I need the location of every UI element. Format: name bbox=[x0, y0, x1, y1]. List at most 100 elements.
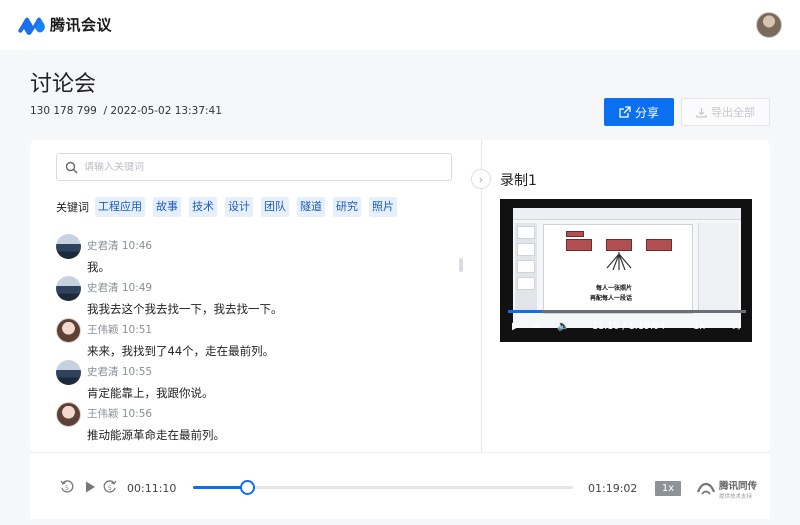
video-slide: 每人一张照片 再配每人一段话 bbox=[543, 224, 693, 314]
speaker-name: 史君清 bbox=[87, 366, 119, 378]
audio-player: 5 5 00:11:10 01:19:02 1x 腾讯同传 提供技术支持 bbox=[30, 452, 770, 519]
share-label: 分享 bbox=[634, 105, 659, 120]
slide-text-line1: 每人一张照片 bbox=[596, 285, 633, 292]
transcript-text: 我。 bbox=[87, 260, 110, 274]
speaker-line: 史君清 10:49 bbox=[87, 280, 152, 295]
svg-text:5: 5 bbox=[65, 485, 69, 492]
meeting-id: 130 178 799 bbox=[30, 105, 97, 117]
page-title: 讨论会 bbox=[30, 72, 97, 97]
audio-progress-slider[interactable] bbox=[193, 480, 573, 495]
transcript-text: 肯定能靠上，我跟你说。 bbox=[87, 386, 214, 400]
transcript-text: 推动能源革命走在最前列。 bbox=[87, 428, 225, 442]
speaker-time: 10:55 bbox=[121, 366, 153, 378]
content-card: 关键词 工程应用 故事 技术 设计 团队 隧道 研究 照片 史君清 10:46 … bbox=[30, 140, 770, 452]
speaker-line: 王伟颖 10:56 bbox=[87, 406, 152, 421]
speaker-name: 史君清 bbox=[87, 282, 119, 294]
slide-box bbox=[646, 239, 672, 251]
speaker-time: 10:56 bbox=[121, 408, 153, 420]
transcript-text: 我我去这个我去找一下，我去找一下。 bbox=[87, 302, 283, 316]
recording-title: 录制1 bbox=[500, 173, 537, 189]
video-slide-thumbnail bbox=[517, 226, 535, 239]
video-play-icon[interactable]: ▶ bbox=[512, 321, 520, 332]
speaker-avatar bbox=[56, 276, 81, 301]
speaker-name: 王伟颖 bbox=[87, 408, 119, 420]
slide-box bbox=[606, 239, 632, 251]
search-input[interactable] bbox=[84, 161, 434, 173]
keyword-tag[interactable]: 技术 bbox=[189, 197, 217, 217]
video-slide-thumbnail bbox=[517, 243, 535, 256]
video-slide-thumbnail bbox=[517, 260, 535, 273]
forward-5-icon[interactable]: 5 bbox=[103, 480, 117, 494]
keyword-label: 关键词 bbox=[56, 201, 89, 214]
speaker-time: 10:46 bbox=[121, 240, 153, 252]
video-side-panel bbox=[698, 223, 738, 313]
transcript-list[interactable]: 史君清 10:46 我。 史君清 10:49 我我去这个我去找一下，我去找一下。… bbox=[56, 232, 466, 442]
speaker-avatar bbox=[56, 318, 81, 343]
transcript-item[interactable]: 史君清 10:49 我我去这个我去找一下，我去找一下。 bbox=[56, 274, 466, 316]
video-speed[interactable]: 1x bbox=[693, 321, 705, 332]
speaker-name: 王伟颖 bbox=[87, 324, 119, 336]
brand-text: 腾讯同传 提供技术支持 bbox=[719, 478, 757, 500]
transcript-item[interactable]: 史君清 10:55 肯定能靠上，我跟你说。 bbox=[56, 358, 466, 400]
video-slide-thumbnail bbox=[517, 277, 535, 290]
fullscreen-icon[interactable]: ⛶ bbox=[733, 321, 740, 332]
speaker-time: 10:49 bbox=[121, 282, 153, 294]
user-avatar[interactable] bbox=[756, 12, 782, 38]
transcript-item[interactable]: 王伟颖 10:56 推动能源革命走在最前列。 bbox=[56, 400, 466, 442]
tencent-interpret-logo-icon bbox=[697, 482, 715, 495]
keyword-tag[interactable]: 隧道 bbox=[297, 197, 325, 217]
top-bar: 腾讯会议 bbox=[0, 0, 800, 50]
video-progress-fill bbox=[508, 310, 542, 313]
current-time: 00:11:10 bbox=[127, 482, 177, 495]
slide-text-line2: 再配每人一段话 bbox=[590, 295, 633, 302]
tencent-meeting-logo-icon bbox=[18, 17, 45, 35]
search-box[interactable] bbox=[56, 153, 452, 181]
export-all-button[interactable]: 导出全部 bbox=[681, 98, 770, 126]
speaker-line: 史君清 10:46 bbox=[87, 238, 152, 253]
keyword-tag[interactable]: 设计 bbox=[225, 197, 253, 217]
total-time: 01:19:02 bbox=[588, 482, 638, 495]
speaker-line: 史君清 10:55 bbox=[87, 364, 152, 379]
slide-tag-box bbox=[566, 231, 584, 237]
speaker-avatar bbox=[56, 234, 81, 259]
keyword-tag[interactable]: 工程应用 bbox=[95, 197, 145, 217]
video-app-ribbon bbox=[513, 208, 741, 220]
share-icon bbox=[619, 106, 631, 118]
brand-name: 腾讯同传 bbox=[719, 481, 758, 492]
transcript-text: 来来，我找到了44个，走在最前列。 bbox=[87, 344, 275, 358]
collapse-panel-button[interactable]: › bbox=[471, 169, 491, 189]
share-button[interactable]: 分享 bbox=[604, 98, 674, 126]
speaker-avatar bbox=[56, 360, 81, 385]
video-progress-bar[interactable] bbox=[508, 310, 746, 313]
transcript-item[interactable]: 王伟颖 10:51 来来，我找到了44个，走在最前列。 bbox=[56, 316, 466, 358]
rewind-5-icon[interactable]: 5 bbox=[60, 480, 74, 494]
keyword-tag[interactable]: 团队 bbox=[261, 197, 289, 217]
brand-subtitle: 提供技术支持 bbox=[719, 494, 753, 500]
video-controls: ▶ ⏭ 🔈 11:10 / 1:19:04 1x ⛶ bbox=[500, 317, 752, 339]
audio-progress-handle[interactable] bbox=[239, 480, 255, 495]
keyword-row: 关键词 工程应用 故事 技术 设计 团队 隧道 研究 照片 bbox=[56, 197, 405, 217]
play-icon[interactable] bbox=[83, 480, 97, 494]
slide-box bbox=[566, 239, 592, 251]
speaker-time: 10:51 bbox=[121, 324, 153, 336]
keyword-tag[interactable]: 故事 bbox=[153, 197, 181, 217]
transcript-scrollbar[interactable] bbox=[459, 258, 463, 272]
video-next-icon[interactable]: ⏭ bbox=[532, 321, 541, 332]
chevron-right-icon: › bbox=[478, 172, 484, 186]
video-volume-icon[interactable]: 🔈 bbox=[557, 321, 569, 332]
brand-mark: 腾讯同传 提供技术支持 bbox=[697, 478, 757, 500]
app-logo[interactable]: 腾讯会议 bbox=[16, 14, 112, 35]
video-slide-thumbnails bbox=[515, 223, 537, 313]
transcript-item[interactable]: 史君清 10:46 我。 bbox=[56, 232, 466, 274]
playback-speed-button[interactable]: 1x bbox=[655, 481, 681, 496]
download-icon bbox=[696, 107, 707, 118]
keyword-tag[interactable]: 照片 bbox=[369, 197, 397, 217]
slide-arrows-icon bbox=[606, 252, 632, 271]
video-player[interactable]: 每人一张照片 再配每人一段话 ▶ ⏭ 🔈 11:10 / 1:19:04 1x … bbox=[500, 199, 752, 342]
speaker-name: 史君清 bbox=[87, 240, 119, 252]
keyword-tag[interactable]: 研究 bbox=[333, 197, 361, 217]
app-name: 腾讯会议 bbox=[50, 16, 113, 34]
meeting-meta: 130 178 799 / 2022-05-02 13:37:41 bbox=[30, 105, 222, 117]
video-time: 11:10 / 1:19:04 bbox=[592, 321, 666, 332]
audio-progress-fill bbox=[193, 486, 247, 489]
